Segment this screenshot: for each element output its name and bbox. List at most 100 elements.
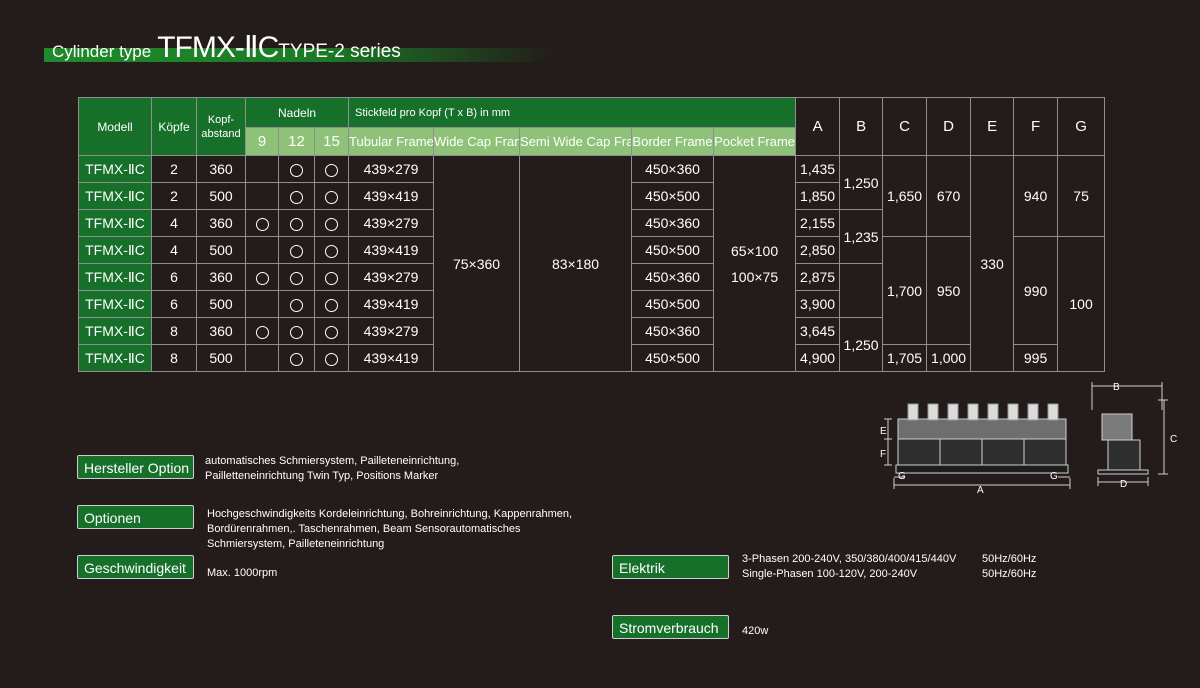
cell-tubular: 439×419	[348, 344, 435, 372]
cell-needle-9	[245, 317, 279, 345]
machine-dimension-diagram: A B C D E F G G	[880, 382, 1177, 495]
diagram-label-g-right: G	[1050, 471, 1058, 482]
cell-needle-9	[245, 236, 279, 264]
geschwindigkeit-label: Geschwindigkeit	[77, 555, 194, 579]
elektrik-text-line1: 3-Phasen 200-240V, 350/380/400/415/440V	[742, 553, 957, 565]
cell-tubular: 439×279	[348, 317, 435, 345]
cell-border: 450×360	[631, 209, 715, 237]
cell-spacing: 500	[196, 236, 246, 264]
cell-semi-wide-cap: 83×180	[519, 155, 633, 372]
cell-dim-c: 1,650	[882, 155, 928, 237]
cell-dim-b-empty	[839, 263, 884, 318]
header-kopfabstand: Kopf- abstand	[196, 97, 246, 156]
cell-border: 450×500	[631, 290, 715, 318]
cell-model: TFMX-ⅡC	[78, 263, 152, 291]
optionen-text-line1: Hochgeschwindigkeits Kordeleinrichtung, …	[207, 508, 573, 520]
cell-needle-12	[278, 263, 315, 291]
header-dim-g: G	[1057, 97, 1106, 156]
cell-pocket-2: 100×75	[731, 268, 779, 285]
needle-available-icon	[290, 271, 303, 285]
cell-wide-cap: 75×360	[433, 155, 521, 372]
cell-dim-a: 2,155	[795, 209, 841, 237]
stromverbrauch-label: Stromverbrauch	[612, 615, 729, 639]
title-series: TYPE-2 series	[278, 41, 401, 62]
optionen-text: Hochgeschwindigkeits Kordeleinrichtung, …	[207, 507, 572, 552]
cell-pocket-1: 65×100	[731, 242, 779, 259]
machine-side-upper-body	[1101, 413, 1133, 441]
cell-dim-a: 3,645	[795, 317, 841, 345]
page-title: Cylinder type TFMX-ⅡCTYPE-2 series	[52, 30, 401, 65]
header-dim-e: E	[970, 97, 1015, 156]
cell-spacing: 500	[196, 290, 246, 318]
cell-dim-g: 100	[1057, 236, 1106, 372]
needle-available-icon	[290, 352, 303, 366]
cell-heads: 6	[151, 290, 197, 318]
cell-needle-12	[278, 317, 315, 345]
elektrik-hz-line1: 50Hz/60Hz	[982, 553, 1037, 565]
cell-needle-9	[245, 290, 279, 318]
needle-available-icon	[325, 163, 339, 177]
optionen-label: Optionen	[77, 505, 194, 529]
cell-needle-12	[278, 344, 315, 372]
diagram-label-e: E	[880, 426, 887, 437]
header-stickfeld: Stickfeld pro Kopf (T x B) in mm	[348, 97, 797, 128]
needle-available-icon	[325, 352, 339, 366]
cell-dim-b: 1,250	[839, 317, 884, 372]
cell-needle-15	[313, 290, 350, 318]
cell-needle-9	[245, 263, 279, 291]
cell-dim-f: 990	[1013, 236, 1059, 345]
cell-tubular: 439×419	[348, 290, 435, 318]
diagram-label-d: D	[1120, 479, 1127, 490]
title-prefix: Cylinder type	[52, 42, 152, 61]
cell-dim-f: 995	[1013, 344, 1059, 372]
hersteller-option-text-line2: Pailletteneinrichtung Twin Typ, Position…	[205, 470, 439, 482]
diagram-label-f: F	[880, 449, 886, 460]
needle-available-icon	[325, 298, 339, 312]
header-border-frame: Border Frame	[631, 127, 715, 156]
cell-pocket: 65×100 100×75	[713, 155, 797, 372]
cell-dim-b: 1,235	[839, 209, 884, 264]
hersteller-option-text: automatisches Schmiersystem, Pailletenei…	[205, 454, 459, 484]
cell-spacing: 500	[196, 344, 246, 372]
header-dim-b: B	[839, 97, 884, 156]
stromverbrauch-text: 420w	[742, 625, 769, 637]
diagram-label-b: B	[1113, 382, 1120, 393]
cell-dim-a: 2,850	[795, 236, 841, 264]
cell-spacing: 360	[196, 263, 246, 291]
cell-spacing: 360	[196, 317, 246, 345]
cell-heads: 6	[151, 263, 197, 291]
cell-spacing: 500	[196, 182, 246, 210]
header-needle-12: 12	[278, 127, 315, 156]
cell-dim-a: 1,850	[795, 182, 841, 210]
cell-border: 450×360	[631, 263, 715, 291]
needle-available-icon	[290, 217, 303, 231]
cell-needle-12	[278, 209, 315, 237]
cell-model: TFMX-ⅡC	[78, 182, 152, 210]
cell-needle-15	[313, 182, 350, 210]
optionen-text-line3: Schmiersystem, Pailleteneinrichtung	[207, 538, 385, 550]
diagram-label-g-left: G	[898, 471, 906, 482]
cell-heads: 8	[151, 344, 197, 372]
header-tubular-frame: Tubular Frame	[348, 127, 435, 156]
cell-heads: 4	[151, 236, 197, 264]
header-kopfabstand-line1: Kopf-	[207, 113, 235, 126]
title-model: TFMX-ⅡC	[157, 31, 279, 64]
cell-needle-12	[278, 236, 315, 264]
cell-spacing: 360	[196, 209, 246, 237]
needle-available-icon	[325, 325, 339, 339]
cell-heads: 4	[151, 209, 197, 237]
needle-available-icon	[255, 217, 269, 231]
cell-dim-g: 75	[1057, 155, 1106, 237]
elektrik-text: 3-Phasen 200-240V, 350/380/400/415/440V …	[742, 552, 956, 582]
cell-dim-a: 4,900	[795, 344, 841, 372]
header-semi-wide-cap-frame: Semi Wide Cap Frame	[519, 127, 633, 156]
cell-border: 450×500	[631, 236, 715, 264]
cell-heads: 2	[151, 155, 197, 183]
cell-dim-c: 1,705	[882, 344, 928, 372]
header-dim-a: A	[795, 97, 841, 156]
table-row: TFMX-ⅡC 2 360 439×279 75×360 83×180 450×…	[78, 155, 1106, 372]
machine-front-upper-body	[897, 418, 1067, 440]
needle-available-icon	[325, 271, 339, 285]
cell-dim-f: 940	[1013, 155, 1059, 237]
cell-border: 450×360	[631, 155, 715, 183]
